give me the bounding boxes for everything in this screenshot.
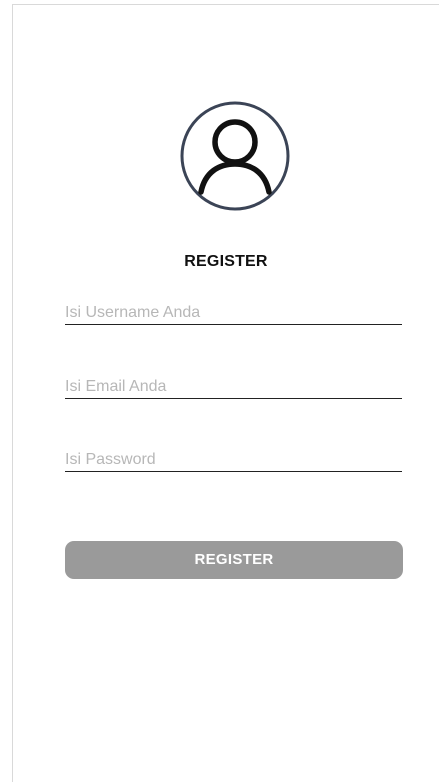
email-input[interactable] — [65, 378, 402, 396]
password-field — [65, 443, 402, 472]
username-input[interactable] — [65, 304, 402, 322]
email-field — [65, 370, 402, 399]
register-screen: REGISTER REGISTER — [12, 4, 439, 782]
user-circle-icon — [179, 100, 291, 212]
username-field — [65, 296, 402, 325]
register-button[interactable]: REGISTER — [65, 541, 403, 579]
register-title: REGISTER — [184, 253, 268, 270]
password-input[interactable] — [65, 451, 402, 469]
